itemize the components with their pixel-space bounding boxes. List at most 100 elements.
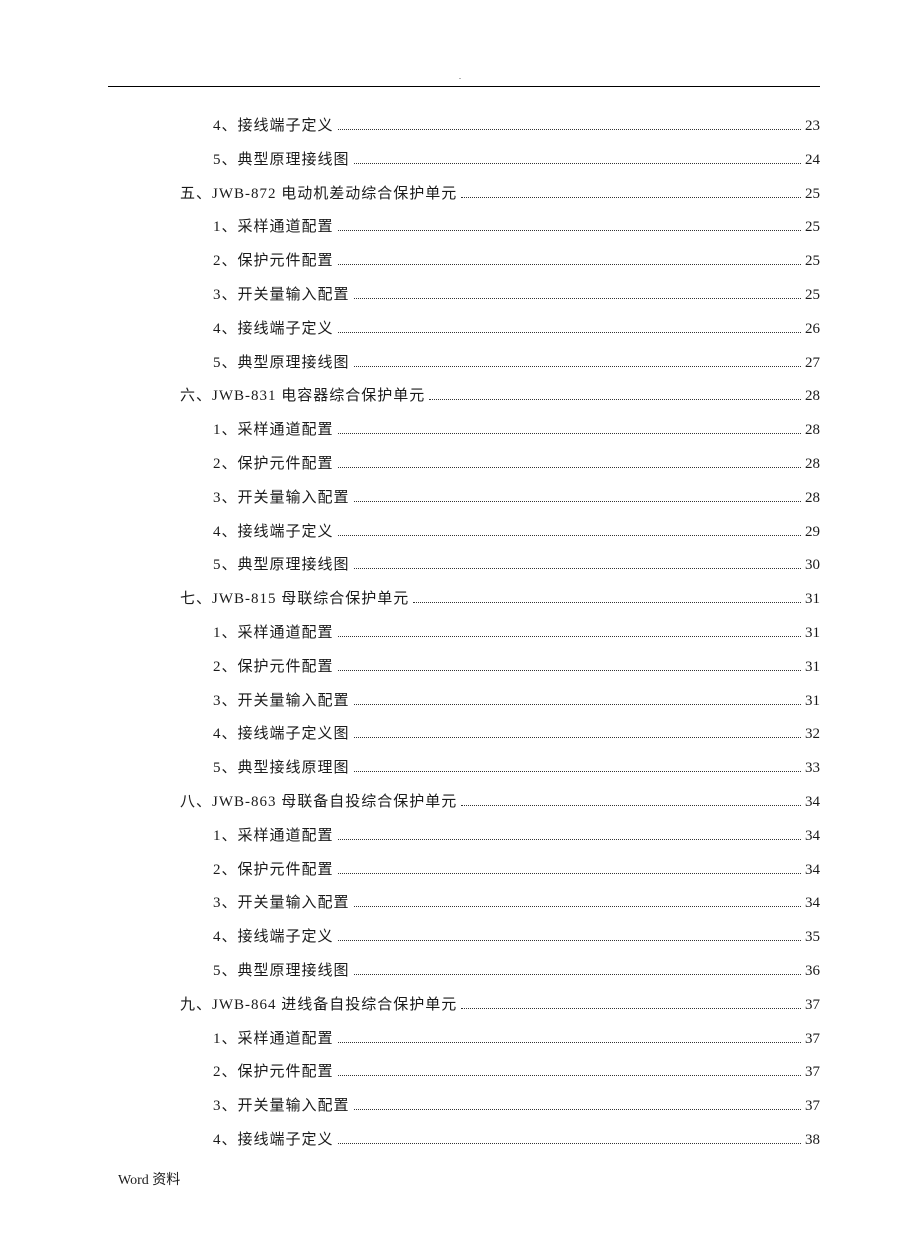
toc-label: 1、采样通道配置	[213, 215, 334, 236]
table-of-contents: 4、接线端子定义235、典型原理接线图24五、JWB-872 电动机差动综合保护…	[100, 114, 820, 1162]
toc-entry: 5、典型原理接线图 30	[100, 553, 820, 587]
toc-label: 3、开关量输入配置	[213, 1094, 350, 1115]
toc-leader-dots	[354, 501, 801, 502]
toc-label: 4、接线端子定义	[213, 925, 334, 946]
toc-page-number: 25	[805, 253, 820, 270]
toc-page-number: 28	[805, 490, 820, 507]
toc-leader-dots	[354, 974, 801, 975]
toc-page-number: 25	[805, 186, 820, 203]
toc-label: 3、开关量输入配置	[213, 891, 350, 912]
toc-label: 1、采样通道配置	[213, 824, 334, 845]
toc-entry: 4、接线端子定义 35	[100, 925, 820, 959]
toc-entry: 2、保护元件配置 25	[100, 249, 820, 283]
toc-page-number: 26	[805, 321, 820, 338]
toc-page-number: 31	[805, 693, 820, 710]
toc-entry: 九、JWB-864 进线备自投综合保护单元 37	[100, 993, 820, 1027]
toc-page-number: 37	[805, 1098, 820, 1115]
toc-page-number: 29	[805, 524, 820, 541]
toc-leader-dots	[354, 737, 801, 738]
toc-leader-dots	[338, 1042, 801, 1043]
toc-label: 五、JWB-872 电动机差动综合保护单元	[180, 182, 457, 203]
toc-label: 2、保护元件配置	[213, 858, 334, 879]
toc-page-number: 31	[805, 659, 820, 676]
toc-label: 2、保护元件配置	[213, 655, 334, 676]
toc-leader-dots	[354, 771, 801, 772]
toc-leader-dots	[338, 230, 801, 231]
toc-label: 1、采样通道配置	[213, 1027, 334, 1048]
toc-leader-dots	[354, 366, 801, 367]
toc-label: 六、JWB-831 电容器综合保护单元	[180, 384, 425, 405]
toc-page-number: 37	[805, 1031, 820, 1048]
toc-label: 3、开关量输入配置	[213, 283, 350, 304]
toc-label: 3、开关量输入配置	[213, 689, 350, 710]
toc-label: 1、采样通道配置	[213, 621, 334, 642]
toc-entry: 5、典型原理接线图27	[100, 351, 820, 385]
toc-leader-dots	[338, 433, 801, 434]
toc-label: 八、JWB-863 母联备自投综合保护单元	[180, 790, 457, 811]
toc-entry: 1、采样通道配置28	[100, 418, 820, 452]
toc-label: 5、典型原理接线图	[213, 553, 350, 574]
toc-entry: 2、保护元件配置 37	[100, 1060, 820, 1094]
toc-page-number: 32	[805, 726, 820, 743]
toc-leader-dots	[338, 129, 801, 130]
toc-leader-dots	[354, 906, 801, 907]
toc-page-number: 31	[805, 591, 820, 608]
toc-page-number: 36	[805, 963, 820, 980]
toc-entry: 2、保护元件配置 34	[100, 858, 820, 892]
toc-entry: 3、开关量输入配置 37	[100, 1094, 820, 1128]
toc-page-number: 37	[805, 1064, 820, 1081]
toc-leader-dots	[413, 602, 801, 603]
toc-entry: 八、JWB-863 母联备自投综合保护单元 34	[100, 790, 820, 824]
toc-leader-dots	[338, 467, 801, 468]
toc-page-number: 34	[805, 794, 820, 811]
toc-page-number: 30	[805, 557, 820, 574]
toc-label: 4、接线端子定义	[213, 1128, 334, 1149]
toc-entry: 3、开关量输入配置28	[100, 486, 820, 520]
toc-entry: 1、采样通道配置25	[100, 215, 820, 249]
toc-label: 4、接线端子定义	[213, 114, 334, 135]
toc-label: 2、保护元件配置	[213, 249, 334, 270]
toc-leader-dots	[338, 670, 801, 671]
toc-page-number: 33	[805, 760, 820, 777]
toc-entry: 5、典型原理接线图24	[100, 148, 820, 182]
toc-entry: 1、采样通道配置 34	[100, 824, 820, 858]
toc-page-number: 28	[805, 388, 820, 405]
toc-page-number: 34	[805, 828, 820, 845]
toc-leader-dots	[354, 1109, 801, 1110]
toc-leader-dots	[338, 873, 801, 874]
toc-leader-dots	[338, 1143, 801, 1144]
toc-leader-dots	[338, 535, 801, 536]
toc-label: 九、JWB-864 进线备自投综合保护单元	[180, 993, 457, 1014]
toc-leader-dots	[338, 1075, 801, 1076]
toc-leader-dots	[338, 940, 801, 941]
toc-entry: 3、开关量输入配置 31	[100, 689, 820, 723]
toc-label: 2、保护元件配置	[213, 1060, 334, 1081]
toc-entry: 六、JWB-831 电容器综合保护单元 28	[100, 384, 820, 418]
toc-entry: 1、采样通道配置31	[100, 621, 820, 655]
header-mark: .	[459, 72, 461, 81]
footer-text: Word 资料	[118, 1169, 180, 1189]
toc-page-number: 28	[805, 456, 820, 473]
toc-entry: 5、典型接线原理图33	[100, 756, 820, 790]
toc-leader-dots	[338, 636, 801, 637]
header-rule	[108, 86, 820, 87]
toc-entry: 4、接线端子定义 23	[100, 114, 820, 148]
toc-page-number: 37	[805, 997, 820, 1014]
toc-leader-dots	[338, 264, 801, 265]
document-page: . 4、接线端子定义235、典型原理接线图24五、JWB-872 电动机差动综合…	[0, 0, 920, 1249]
toc-entry: 3、开关量输入配置25	[100, 283, 820, 317]
toc-label: 2、保护元件配置	[213, 452, 334, 473]
toc-label: 4、接线端子定义	[213, 520, 334, 541]
toc-page-number: 23	[805, 118, 820, 135]
toc-label: 4、接线端子定义	[213, 317, 334, 338]
toc-leader-dots	[354, 704, 801, 705]
toc-leader-dots	[461, 1008, 801, 1009]
toc-leader-dots	[429, 399, 801, 400]
toc-page-number: 35	[805, 929, 820, 946]
toc-label: 5、典型原理接线图	[213, 959, 350, 980]
toc-entry: 4、接线端子定义38	[100, 1128, 820, 1162]
toc-page-number: 34	[805, 862, 820, 879]
toc-page-number: 27	[805, 355, 820, 372]
toc-page-number: 24	[805, 152, 820, 169]
toc-page-number: 34	[805, 895, 820, 912]
